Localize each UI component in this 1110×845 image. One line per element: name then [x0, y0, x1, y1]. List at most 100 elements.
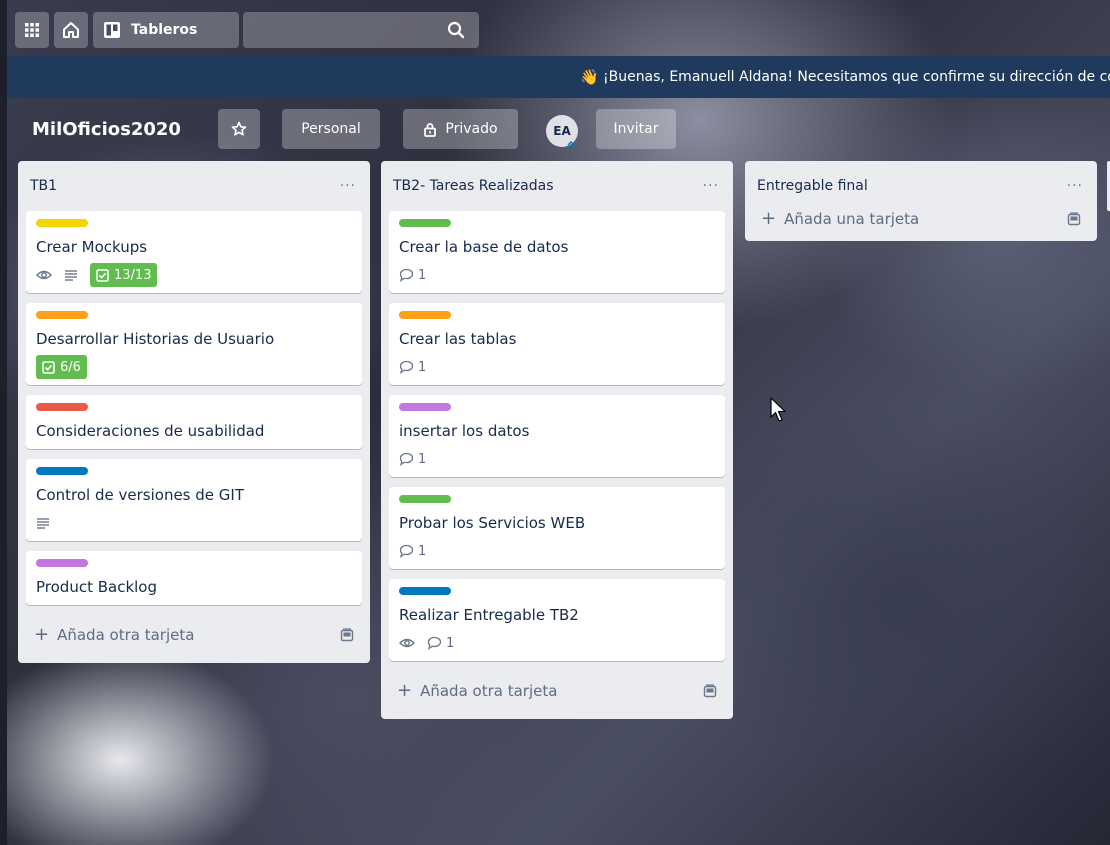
card-badges: 1	[399, 539, 715, 563]
top-nav: Tableros	[7, 0, 1110, 56]
plus-icon: +	[34, 624, 50, 645]
comment-icon	[399, 544, 414, 558]
eye-icon	[399, 638, 415, 648]
label-blue[interactable]	[399, 587, 451, 595]
home-button[interactable]	[54, 12, 88, 48]
checkbox-icon	[42, 360, 55, 374]
list-title[interactable]: TB2- Tareas Realizadas	[393, 178, 554, 194]
add-card-button[interactable]: + Añada otra tarjeta	[26, 615, 362, 655]
admin-chevron-icon	[567, 141, 575, 149]
boards-button[interactable]: Tableros	[93, 12, 239, 48]
add-card-button[interactable]: + Añada una tarjeta	[753, 205, 1089, 233]
card-usabilidad[interactable]: Consideraciones de usabilidad	[26, 395, 362, 449]
window-edge	[0, 0, 7, 845]
avatar-initials: EA	[553, 124, 571, 138]
list-title[interactable]: TB1	[30, 178, 57, 194]
comment-icon	[399, 452, 414, 466]
label-orange[interactable]	[399, 311, 451, 319]
comment-count: 1	[446, 635, 455, 651]
comment-icon	[399, 360, 414, 374]
template-icon[interactable]	[1067, 212, 1081, 226]
list-menu-icon[interactable]: ···	[340, 178, 356, 194]
card-title: Desarrollar Historias de Usuario	[36, 330, 275, 348]
comment-badge: 1	[399, 360, 426, 375]
checklist-count: 6/6	[60, 359, 81, 375]
home-icon	[63, 22, 79, 38]
wave-icon: 👋	[580, 68, 599, 86]
comment-badge: 1	[399, 544, 426, 559]
lock-icon	[424, 122, 437, 137]
list-tb1: TB1 ··· Crear Mockups 13/13 Desarrollar …	[18, 161, 370, 663]
card-title: Product Backlog	[36, 578, 158, 596]
add-card-label: Añada otra tarjeta	[420, 682, 558, 700]
board-icon	[104, 22, 120, 38]
template-icon[interactable]	[703, 684, 717, 698]
card-badges: 6/6	[36, 355, 352, 379]
label-purple[interactable]	[399, 403, 451, 411]
invite-button[interactable]: Invitar	[596, 109, 676, 149]
list-menu-icon[interactable]: ···	[703, 178, 719, 194]
comment-count: 1	[418, 543, 427, 559]
add-card-button[interactable]: + Añada otra tarjeta	[389, 671, 725, 711]
card-title: Realizar Entregable TB2	[399, 606, 579, 624]
checklist-badge: 13/13	[90, 263, 158, 287]
card-title: insertar los datos	[399, 422, 530, 440]
banner-text: ¡Buenas, Emanuell Aldana! Necesitamos qu…	[602, 69, 1110, 85]
grid-icon	[25, 23, 39, 37]
card-entregable-tb2[interactable]: Realizar Entregable TB2 1	[389, 579, 725, 661]
star-icon	[231, 121, 247, 136]
label-red[interactable]	[36, 403, 88, 411]
star-button[interactable]	[218, 109, 260, 149]
card-servicios-web[interactable]: Probar los Servicios WEB 1	[389, 487, 725, 569]
checklist-count: 13/13	[114, 267, 152, 283]
card-title: Crear Mockups	[36, 238, 148, 256]
label-purple[interactable]	[36, 559, 88, 567]
label-yellow[interactable]	[36, 219, 88, 227]
add-card-label: Añada una tarjeta	[784, 210, 920, 228]
comment-badge: 1	[399, 268, 426, 283]
plus-icon: +	[397, 680, 413, 701]
visibility-button[interactable]: Privado	[403, 109, 518, 149]
card-git[interactable]: Control de versiones de GIT	[26, 459, 362, 541]
team-button[interactable]: Personal	[282, 109, 380, 149]
board-title[interactable]: MilOficios2020	[24, 109, 189, 149]
comment-badge: 1	[427, 636, 454, 651]
label-blue[interactable]	[36, 467, 88, 475]
card-title: Probar los Servicios WEB	[399, 514, 586, 532]
label-green[interactable]	[399, 495, 451, 503]
list-header[interactable]: TB1 ···	[26, 161, 362, 211]
avatar[interactable]: EA	[546, 115, 578, 149]
card-tablas[interactable]: Crear las tablas 1	[389, 303, 725, 385]
plus-icon: +	[761, 208, 777, 229]
card-title: Consideraciones de usabilidad	[36, 422, 265, 440]
card-badges: 1	[399, 355, 715, 379]
boards-label: Tableros	[131, 22, 198, 38]
card-badges: 1	[399, 631, 715, 655]
card-badges	[36, 511, 352, 535]
card-base-datos[interactable]: Crear la base de datos 1	[389, 211, 725, 293]
card-product-backlog[interactable]: Product Backlog	[26, 551, 362, 605]
label-green[interactable]	[399, 219, 451, 227]
card-badges: 13/13	[36, 263, 352, 287]
card-insertar-datos[interactable]: insertar los datos 1	[389, 395, 725, 477]
visibility-label: Privado	[445, 121, 498, 137]
list-tb2: TB2- Tareas Realizadas ··· Crear la base…	[381, 161, 733, 719]
list-entregable-final: Entregable final ··· + Añada una tarjeta	[745, 161, 1097, 241]
list-header[interactable]: Entregable final ···	[753, 161, 1089, 211]
list-header[interactable]: TB2- Tareas Realizadas ···	[389, 161, 725, 211]
card-title: Crear las tablas	[399, 330, 517, 348]
comment-count: 1	[418, 359, 427, 375]
card-crear-mockups[interactable]: Crear Mockups 13/13	[26, 211, 362, 293]
mouse-cursor-icon	[770, 397, 786, 422]
comment-icon	[399, 268, 414, 282]
apps-button[interactable]	[15, 12, 49, 48]
template-icon[interactable]	[340, 628, 354, 642]
label-orange[interactable]	[36, 311, 88, 319]
card-historias-usuario[interactable]: Desarrollar Historias de Usuario 6/6	[26, 303, 362, 385]
card-title: Crear la base de datos	[399, 238, 569, 256]
list-menu-icon[interactable]: ···	[1067, 178, 1083, 194]
list-title[interactable]: Entregable final	[757, 178, 868, 194]
comment-count: 1	[418, 451, 427, 467]
comment-count: 1	[418, 267, 427, 283]
search-input[interactable]	[243, 12, 479, 48]
